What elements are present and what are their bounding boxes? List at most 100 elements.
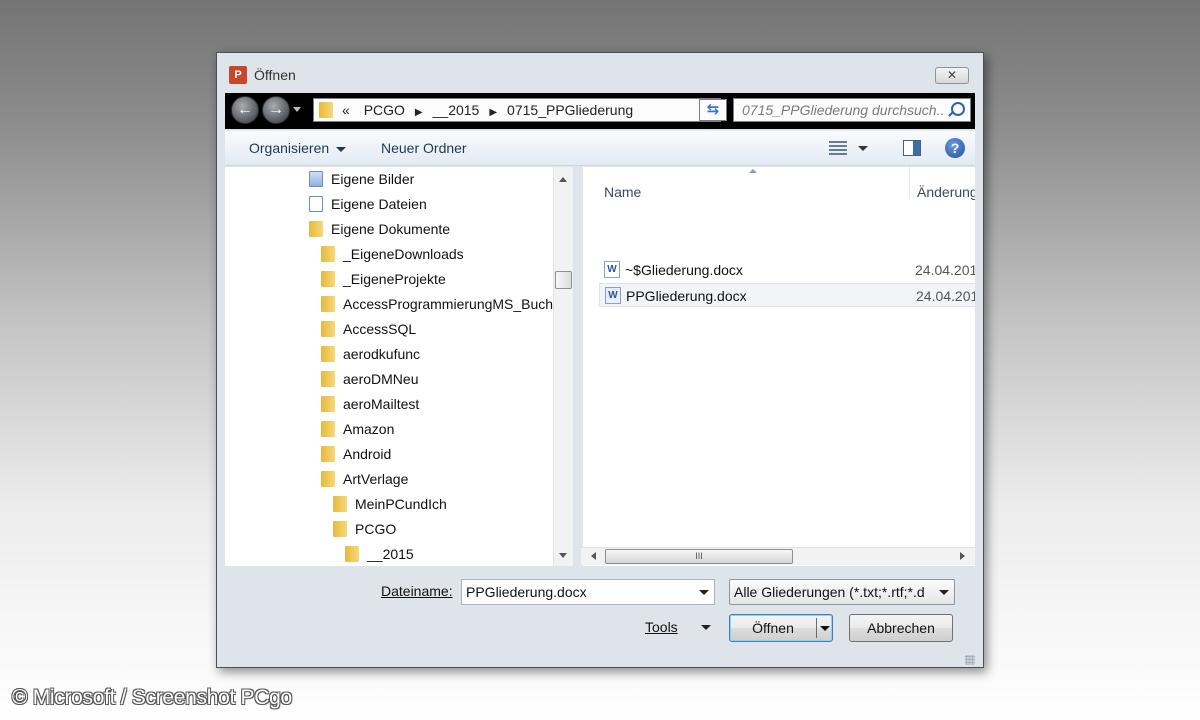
file-list: Name Änderung W ~$Gliederung.docx 24.04.… (583, 167, 975, 566)
folder-icon (321, 471, 335, 487)
refresh-button[interactable]: ⇆ (699, 99, 727, 121)
filename-combobox[interactable] (461, 579, 715, 605)
tree-item[interactable]: aerodkufunc (321, 346, 420, 368)
folder-icon (333, 521, 347, 537)
tree-item[interactable]: Android (321, 446, 391, 468)
scroll-left-icon[interactable] (591, 552, 596, 560)
folder-icon (321, 446, 335, 462)
tree-item[interactable]: PCGO (333, 521, 396, 543)
column-divider[interactable] (909, 167, 910, 197)
folder-icon (321, 271, 335, 287)
tree-item[interactable]: Eigene Bilder (309, 171, 414, 193)
command-toolbar: Organisieren Neuer Ordner ? (225, 131, 975, 166)
open-split-button[interactable]: Öffnen (729, 614, 833, 642)
tree-item[interactable]: ArtVerlage (321, 471, 408, 493)
filename-label: Dateiname: (381, 583, 453, 599)
file-row[interactable]: W PPGliederung.docx 24.04.201 (599, 283, 975, 307)
folder-icon (321, 371, 335, 387)
address-bar[interactable]: « PCGO ▶ __2015 ▶ 0715_PPGliederung (313, 98, 721, 122)
column-header-modified[interactable]: Änderung (917, 184, 975, 200)
chevron-down-icon[interactable] (699, 590, 709, 595)
file-type-select[interactable]: Alle Gliederungen (*.txt;*.rtf;*.d (729, 579, 955, 605)
search-icon[interactable] (951, 102, 965, 116)
chevron-down-icon[interactable] (701, 625, 711, 630)
view-details-icon[interactable] (829, 141, 847, 155)
tree-item-label: _EigeneProjekte (343, 271, 446, 287)
tree-item-label: aeroDMNeu (343, 371, 419, 387)
tree-item[interactable]: aeroMailtest (321, 396, 419, 418)
column-header-name[interactable]: Name (604, 184, 641, 200)
help-icon[interactable]: ? (945, 138, 965, 158)
breadcrumb-item[interactable]: __2015 (433, 102, 480, 118)
scrollbar-thumb[interactable]: III (605, 549, 793, 564)
tree-item[interactable]: aeroDMNeu (321, 371, 418, 393)
new-folder-button[interactable]: Neuer Ordner (381, 140, 467, 156)
scrollbar-thumb[interactable] (555, 271, 572, 289)
folder-icon (321, 346, 335, 362)
search-input[interactable] (734, 99, 944, 121)
scroll-down-icon[interactable] (559, 553, 567, 558)
organize-menu[interactable]: Organisieren (249, 140, 347, 156)
navigation-bar: ← → « PCGO ▶ __2015 ▶ 0715_PPGliederung ⇆ (225, 93, 975, 129)
breadcrumb-item[interactable]: 0715_PPGliederung (507, 102, 633, 118)
preview-pane-icon[interactable] (903, 140, 921, 156)
recent-locations-dropdown[interactable] (293, 107, 301, 112)
breadcrumb-overflow[interactable]: « (342, 102, 350, 118)
tools-menu[interactable]: Tools (645, 619, 678, 635)
file-date: 24.04.201 (916, 288, 975, 304)
folder-icon (319, 102, 333, 118)
copyright-watermark: © Microsoft / Screenshot PCgo (12, 686, 292, 709)
resize-grip-icon[interactable] (965, 655, 975, 665)
pictures-folder-icon (309, 171, 323, 187)
chevron-down-icon[interactable] (939, 590, 949, 595)
tree-item-label: Amazon (343, 421, 395, 437)
tree-item[interactable]: AccessSQL (321, 321, 416, 343)
folder-icon (321, 296, 335, 312)
cancel-button[interactable]: Abbrechen (849, 614, 953, 642)
tree-item-label: PCGO (355, 521, 397, 537)
tree-item-label: Eigene Dateien (331, 196, 427, 212)
file-name: PPGliederung.docx (626, 288, 747, 304)
folder-icon (321, 321, 335, 337)
tree-item[interactable]: Amazon (321, 421, 394, 443)
back-button[interactable]: ← (231, 96, 259, 124)
chevron-right-icon[interactable]: ▶ (415, 107, 423, 118)
tree-item[interactable]: _EigeneProjekte (321, 271, 446, 293)
search-box[interactable] (733, 98, 971, 122)
forward-button[interactable]: → (262, 96, 290, 124)
file-row[interactable]: W ~$Gliederung.docx 24.04.201 (599, 258, 975, 282)
tree-item[interactable]: Eigene Dateien (309, 196, 427, 218)
tree-item[interactable]: __2015 (345, 546, 414, 566)
scroll-up-icon[interactable] (559, 177, 567, 182)
powerpoint-icon: P (229, 66, 247, 84)
dialog-footer: Dateiname: Alle Gliederungen (*.txt;*.rt… (217, 567, 983, 667)
tree-item[interactable]: _EigeneDownloads (321, 246, 464, 268)
file-name: ~$Gliederung.docx (625, 262, 743, 278)
close-button[interactable]: ✕ (935, 67, 969, 84)
organize-label: Organisieren (249, 140, 330, 156)
sort-ascending-icon (749, 169, 757, 173)
tree-item[interactable]: AccessProgrammierungMS_Buch (321, 296, 553, 318)
tree-item-label: ArtVerlage (343, 471, 409, 487)
tree-vertical-scrollbar[interactable] (553, 167, 573, 566)
chevron-down-icon[interactable] (820, 626, 830, 631)
scroll-right-icon[interactable] (960, 552, 965, 560)
documents-folder-icon (309, 221, 323, 237)
word-temp-file-icon: W (604, 261, 620, 278)
tree-item-label: _EigeneDownloads (343, 246, 464, 262)
tree-item-label: MeinPCundIch (355, 496, 447, 512)
tree-item[interactable]: Eigene Dokumente (309, 221, 450, 243)
dialog-title: Öffnen (254, 67, 296, 83)
view-dropdown-icon[interactable] (858, 146, 868, 151)
open-button[interactable]: Öffnen (730, 615, 816, 641)
file-list-horizontal-scrollbar[interactable]: III (581, 547, 975, 565)
file-type-value: Alle Gliederungen (*.txt;*.rtf;*.d (734, 584, 925, 600)
chevron-down-icon (336, 146, 347, 152)
tree-item[interactable]: MeinPCundIch (333, 496, 447, 518)
file-date: 24.04.201 (915, 262, 975, 278)
breadcrumb-item[interactable]: PCGO (364, 102, 405, 118)
filename-input[interactable] (462, 580, 690, 604)
chevron-right-icon[interactable]: ▶ (489, 107, 497, 118)
tree-item-label: AccessSQL (343, 321, 417, 337)
tree-item-label: aerodkufunc (343, 346, 421, 362)
